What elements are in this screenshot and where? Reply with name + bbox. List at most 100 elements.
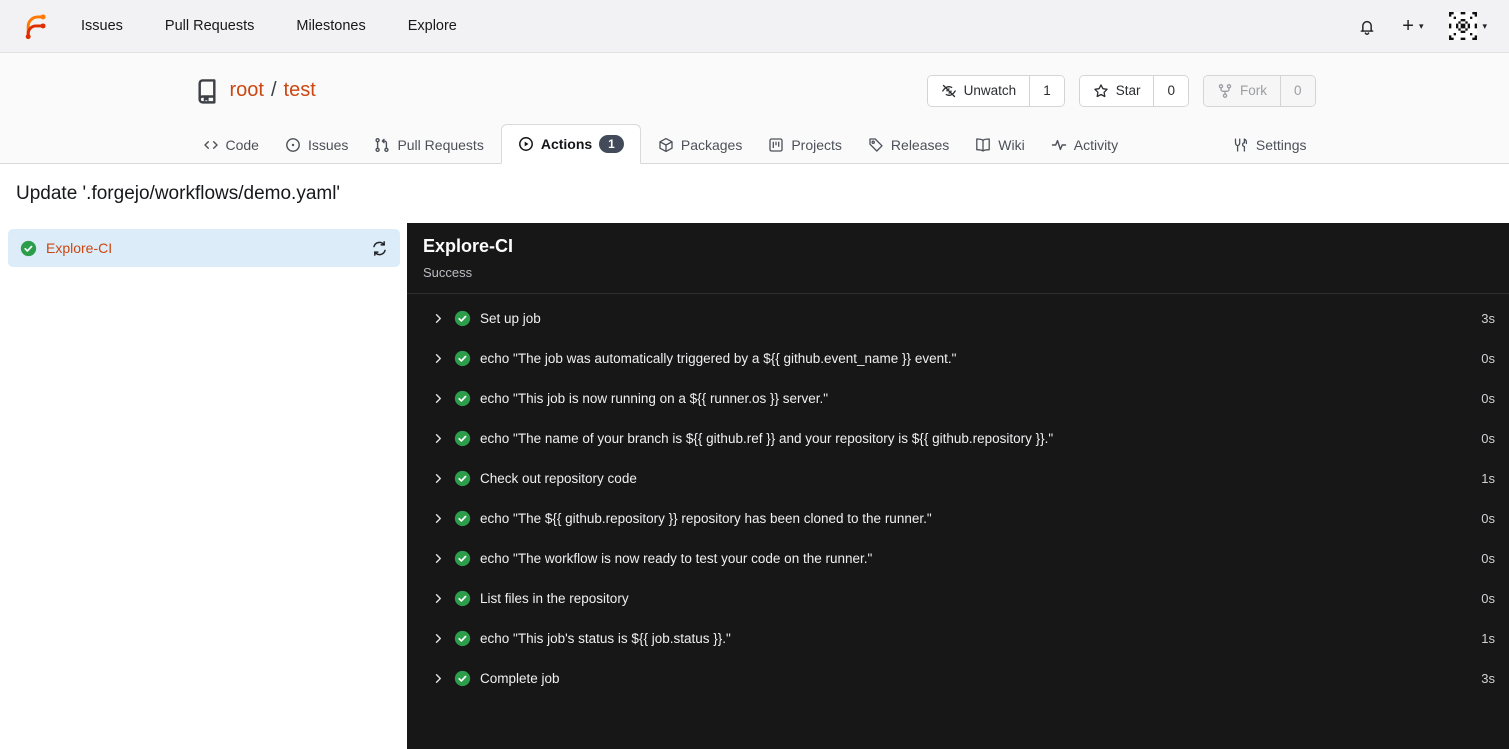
watch-count[interactable]: 1 bbox=[1029, 75, 1064, 106]
repo-owner-link[interactable]: root bbox=[230, 79, 264, 102]
run-log-panel: Explore-CI Success Set up job 3s echo "T… bbox=[407, 223, 1509, 749]
nav-link-explore[interactable]: Explore bbox=[408, 18, 457, 34]
user-menu-button[interactable]: ▾ bbox=[1449, 12, 1487, 40]
tab-wiki[interactable]: Wiki bbox=[966, 127, 1033, 163]
step-label: echo "This job's status is ${{ job.statu… bbox=[480, 630, 731, 646]
notifications-button[interactable] bbox=[1358, 17, 1376, 35]
chevron-right-icon bbox=[432, 552, 445, 565]
plus-icon: + bbox=[1402, 15, 1414, 37]
pull-request-icon bbox=[374, 137, 390, 153]
forgejo-logo[interactable] bbox=[22, 13, 49, 40]
run-body: Explore-CI Explore-CI Success Set up job… bbox=[0, 223, 1509, 749]
step-duration: 3s bbox=[1481, 310, 1495, 326]
watch-button-group: Unwatch 1 bbox=[926, 74, 1065, 107]
job-item-label: Explore-CI bbox=[46, 240, 113, 256]
chevron-right-icon bbox=[432, 472, 445, 485]
repo-separator: / bbox=[270, 79, 277, 101]
step-row[interactable]: echo "The workflow is now ready to test … bbox=[407, 538, 1509, 578]
check-circle-icon bbox=[454, 310, 471, 327]
step-label: echo "The workflow is now ready to test … bbox=[480, 550, 873, 566]
step-label: Set up job bbox=[480, 310, 541, 326]
tab-pull-requests[interactable]: Pull Requests bbox=[365, 127, 492, 163]
tab-settings[interactable]: Settings bbox=[1224, 127, 1316, 163]
chevron-right-icon bbox=[432, 352, 445, 365]
repo-header: root / test Unwatch 1 Star 0 Fork 0 Code… bbox=[0, 53, 1509, 164]
project-board-icon bbox=[768, 137, 784, 153]
chevron-right-icon bbox=[432, 632, 445, 645]
check-circle-icon bbox=[454, 510, 471, 527]
navbar-links: Issues Pull Requests Milestones Explore bbox=[81, 18, 457, 34]
avatar bbox=[1449, 12, 1478, 40]
step-label: echo "The job was automatically triggere… bbox=[480, 350, 957, 366]
step-label: Check out repository code bbox=[480, 470, 637, 486]
package-icon bbox=[658, 137, 674, 153]
tab-packages[interactable]: Packages bbox=[649, 127, 751, 163]
star-button-group: Star 0 bbox=[1078, 74, 1189, 107]
pulse-icon bbox=[1051, 137, 1067, 153]
workflow-run-title: Update '.forgejo/workflows/demo.yaml' bbox=[16, 182, 341, 204]
chevron-down-icon: ▾ bbox=[1418, 20, 1424, 31]
check-circle-icon bbox=[454, 470, 471, 487]
step-row[interactable]: Set up job 3s bbox=[407, 298, 1509, 338]
star-button[interactable]: Star bbox=[1079, 75, 1154, 106]
step-row[interactable]: echo "This job is now running on a ${{ r… bbox=[407, 378, 1509, 418]
tab-activity[interactable]: Activity bbox=[1042, 127, 1127, 163]
step-duration: 0s bbox=[1481, 390, 1495, 406]
step-row[interactable]: List files in the repository 0s bbox=[407, 578, 1509, 618]
check-circle-icon bbox=[20, 240, 37, 257]
tab-projects[interactable]: Projects bbox=[759, 127, 851, 163]
repository-icon bbox=[194, 78, 220, 104]
step-label: echo "The name of your branch is ${{ git… bbox=[480, 430, 1054, 446]
unwatch-button[interactable]: Unwatch bbox=[927, 75, 1030, 106]
step-list: Set up job 3s echo "The job was automati… bbox=[407, 294, 1509, 698]
job-item-explore-ci[interactable]: Explore-CI bbox=[8, 229, 400, 267]
step-label: List files in the repository bbox=[480, 590, 629, 606]
star-count[interactable]: 0 bbox=[1153, 75, 1188, 106]
actions-count-badge: 1 bbox=[599, 135, 624, 153]
chevron-right-icon bbox=[432, 592, 445, 605]
check-circle-icon bbox=[454, 350, 471, 367]
step-duration: 1s bbox=[1481, 470, 1495, 486]
run-panel-header: Explore-CI Success bbox=[407, 223, 1509, 294]
tab-issues[interactable]: Issues bbox=[276, 127, 357, 163]
repo-action-buttons: Unwatch 1 Star 0 Fork 0 bbox=[926, 74, 1316, 107]
star-icon bbox=[1093, 83, 1109, 99]
tools-icon bbox=[1233, 137, 1249, 153]
play-circle-icon bbox=[518, 136, 534, 152]
step-row[interactable]: echo "The job was automatically triggere… bbox=[407, 338, 1509, 378]
check-circle-icon bbox=[454, 390, 471, 407]
step-row[interactable]: echo "This job's status is ${{ job.statu… bbox=[407, 618, 1509, 658]
step-row[interactable]: echo "The ${{ github.repository }} repos… bbox=[407, 498, 1509, 538]
navbar-right: + ▾ ▾ bbox=[1358, 12, 1487, 40]
forgejo-logo-icon bbox=[22, 13, 49, 40]
run-panel-title: Explore-CI bbox=[423, 236, 514, 256]
nav-link-issues[interactable]: Issues bbox=[81, 18, 123, 34]
check-circle-icon bbox=[454, 670, 471, 687]
step-duration: 0s bbox=[1481, 350, 1495, 366]
chevron-right-icon bbox=[432, 392, 445, 405]
step-row[interactable]: echo "The name of your branch is ${{ git… bbox=[407, 418, 1509, 458]
fork-button-group: Fork 0 bbox=[1202, 74, 1316, 107]
check-circle-icon bbox=[454, 430, 471, 447]
repo-tab-bar: Code Issues Pull Requests Actions 1 Pack… bbox=[194, 120, 1316, 164]
step-duration: 0s bbox=[1481, 510, 1495, 526]
tab-code[interactable]: Code bbox=[194, 127, 268, 163]
rerun-icon[interactable] bbox=[371, 240, 388, 257]
nav-link-pull-requests[interactable]: Pull Requests bbox=[165, 18, 254, 34]
fork-button: Fork bbox=[1203, 75, 1280, 106]
step-duration: 1s bbox=[1481, 630, 1495, 646]
check-circle-icon bbox=[454, 550, 471, 567]
tab-actions[interactable]: Actions 1 bbox=[500, 124, 641, 164]
tag-icon bbox=[868, 137, 884, 153]
tab-releases[interactable]: Releases bbox=[859, 127, 958, 163]
nav-link-milestones[interactable]: Milestones bbox=[296, 18, 365, 34]
repo-name-link[interactable]: test bbox=[284, 79, 316, 102]
repo-breadcrumb: root / test bbox=[230, 79, 316, 102]
step-duration: 0s bbox=[1481, 430, 1495, 446]
create-new-button[interactable]: + ▾ bbox=[1402, 16, 1423, 36]
step-row[interactable]: Complete job 3s bbox=[407, 658, 1509, 698]
step-row[interactable]: Check out repository code 1s bbox=[407, 458, 1509, 498]
step-label: echo "The ${{ github.repository }} repos… bbox=[480, 510, 932, 526]
step-duration: 0s bbox=[1481, 590, 1495, 606]
eye-slash-icon bbox=[941, 83, 957, 99]
